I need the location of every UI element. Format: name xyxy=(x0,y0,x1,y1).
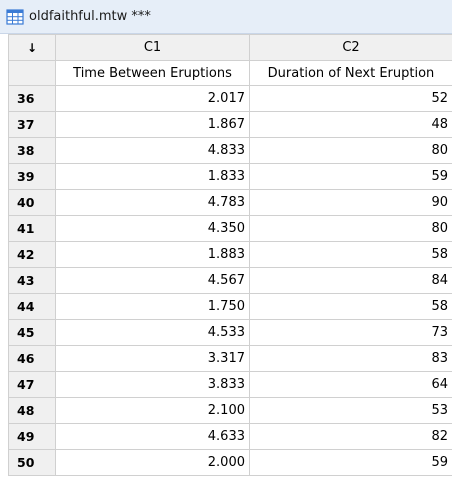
cell-c1[interactable]: 4.533 xyxy=(55,319,250,346)
row-header[interactable]: 43 xyxy=(8,267,56,294)
cell-c2[interactable]: 73 xyxy=(249,319,452,346)
table-row: 38 4.833 80 xyxy=(8,137,452,164)
row-header[interactable]: 45 xyxy=(8,319,56,346)
cell-c1[interactable]: 2.000 xyxy=(55,449,250,476)
column-name-row: Time Between Eruptions Duration of Next … xyxy=(8,60,452,86)
row-header[interactable]: 37 xyxy=(8,111,56,138)
cell-c1[interactable]: 2.100 xyxy=(55,397,250,424)
cell-c2[interactable]: 59 xyxy=(249,163,452,190)
column-header-c1[interactable]: C1 xyxy=(55,34,250,61)
cell-c2[interactable]: 58 xyxy=(249,241,452,268)
table-row: 43 4.567 84 xyxy=(8,267,452,294)
data-direction-arrow-icon[interactable]: ↓ xyxy=(8,34,56,61)
cell-c2[interactable]: 58 xyxy=(249,293,452,320)
table-row: 48 2.100 53 xyxy=(8,397,452,424)
cell-c2[interactable]: 90 xyxy=(249,189,452,216)
table-row: 42 1.883 58 xyxy=(8,241,452,268)
row-header[interactable]: 38 xyxy=(8,137,56,164)
row-header[interactable]: 47 xyxy=(8,371,56,398)
table-row: 44 1.750 58 xyxy=(8,293,452,320)
row-header[interactable]: 41 xyxy=(8,215,56,242)
cell-c1[interactable]: 2.017 xyxy=(55,85,250,112)
cell-c1[interactable]: 4.567 xyxy=(55,267,250,294)
row-header[interactable]: 40 xyxy=(8,189,56,216)
cell-c1[interactable]: 1.867 xyxy=(55,111,250,138)
column-name-c1[interactable]: Time Between Eruptions xyxy=(55,60,250,86)
cell-c1[interactable]: 4.833 xyxy=(55,137,250,164)
row-header[interactable]: 39 xyxy=(8,163,56,190)
column-id-header-row: ↓ C1 C2 xyxy=(8,34,452,61)
table-row: 36 2.017 52 xyxy=(8,85,452,112)
cell-c2[interactable]: 59 xyxy=(249,449,452,476)
cell-c2[interactable]: 52 xyxy=(249,85,452,112)
table-row: 45 4.533 73 xyxy=(8,319,452,346)
cell-c1[interactable]: 4.350 xyxy=(55,215,250,242)
worksheet-grid: ↓ C1 C2 Time Between Eruptions Duration … xyxy=(8,34,452,500)
cell-c1[interactable]: 4.633 xyxy=(55,423,250,450)
worksheet-table: ↓ C1 C2 Time Between Eruptions Duration … xyxy=(8,34,452,476)
cell-c2[interactable]: 80 xyxy=(249,215,452,242)
table-row: 37 1.867 48 xyxy=(8,111,452,138)
cell-c2[interactable]: 53 xyxy=(249,397,452,424)
column-header-c2[interactable]: C2 xyxy=(249,34,452,61)
row-header[interactable]: 36 xyxy=(8,85,56,112)
cell-c2[interactable]: 80 xyxy=(249,137,452,164)
cell-c1[interactable]: 1.883 xyxy=(55,241,250,268)
table-row: 46 3.317 83 xyxy=(8,345,452,372)
row-header[interactable]: 48 xyxy=(8,397,56,424)
row-header[interactable]: 44 xyxy=(8,293,56,320)
row-header[interactable]: 42 xyxy=(8,241,56,268)
cell-c1[interactable]: 3.317 xyxy=(55,345,250,372)
row-header[interactable]: 46 xyxy=(8,345,56,372)
cell-c2[interactable]: 64 xyxy=(249,371,452,398)
cell-c1[interactable]: 1.833 xyxy=(55,163,250,190)
row-header[interactable]: 49 xyxy=(8,423,56,450)
row-header[interactable]: 50 xyxy=(8,449,56,476)
worksheet-icon xyxy=(6,8,24,25)
cell-c1[interactable]: 3.833 xyxy=(55,371,250,398)
table-row: 47 3.833 64 xyxy=(8,371,452,398)
column-name-c2[interactable]: Duration of Next Eruption xyxy=(249,60,452,86)
table-row: 49 4.633 82 xyxy=(8,423,452,450)
column-name-row-header xyxy=(8,60,56,86)
table-row: 40 4.783 90 xyxy=(8,189,452,216)
window-title: oldfaithful.mtw *** xyxy=(29,9,151,24)
table-row: 41 4.350 80 xyxy=(8,215,452,242)
cell-c1[interactable]: 1.750 xyxy=(55,293,250,320)
cell-c2[interactable]: 83 xyxy=(249,345,452,372)
cell-c2[interactable]: 82 xyxy=(249,423,452,450)
cell-c1[interactable]: 4.783 xyxy=(55,189,250,216)
table-row: 39 1.833 59 xyxy=(8,163,452,190)
table-row: 50 2.000 59 xyxy=(8,449,452,476)
cell-c2[interactable]: 48 xyxy=(249,111,452,138)
cell-c2[interactable]: 84 xyxy=(249,267,452,294)
window-titlebar: oldfaithful.mtw *** xyxy=(0,0,452,34)
